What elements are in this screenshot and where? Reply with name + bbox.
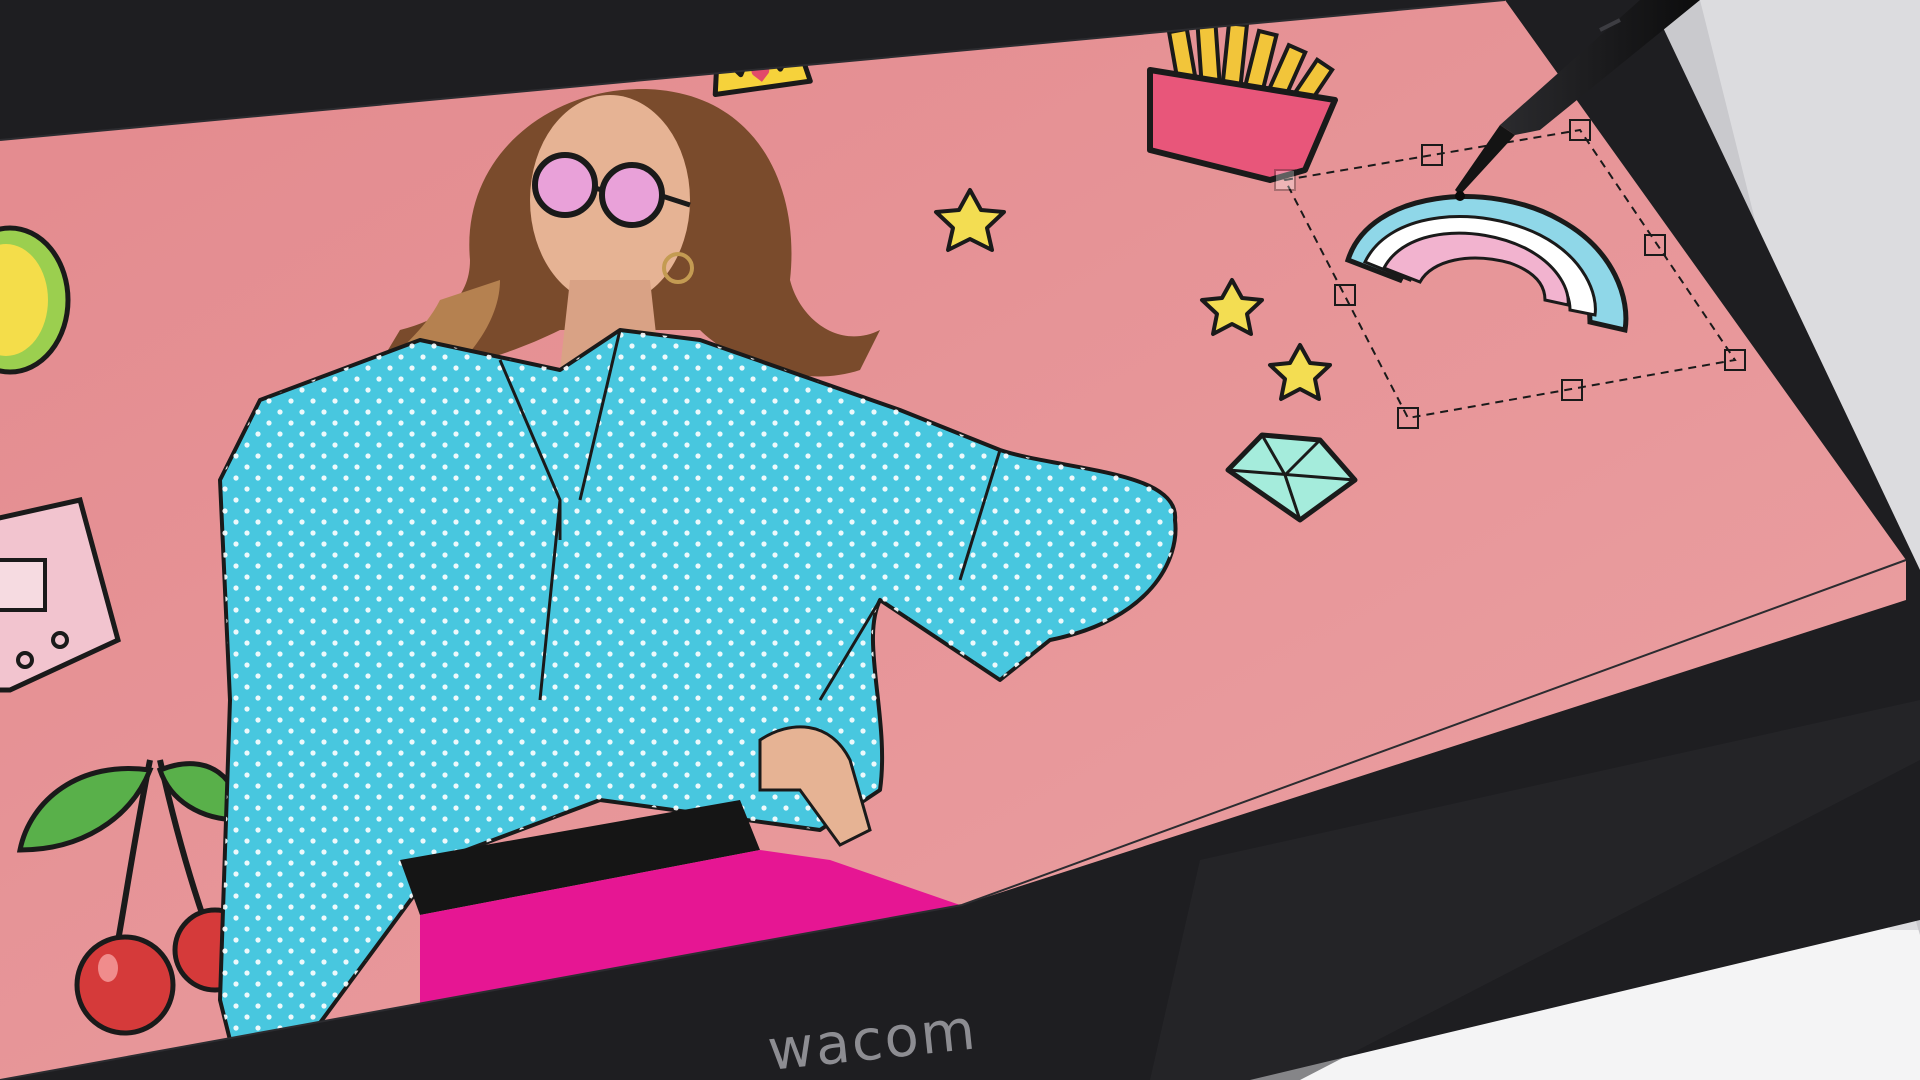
selection-handle[interactable]: [1274, 169, 1296, 191]
tablet-scene: wacom: [0, 0, 1920, 1080]
